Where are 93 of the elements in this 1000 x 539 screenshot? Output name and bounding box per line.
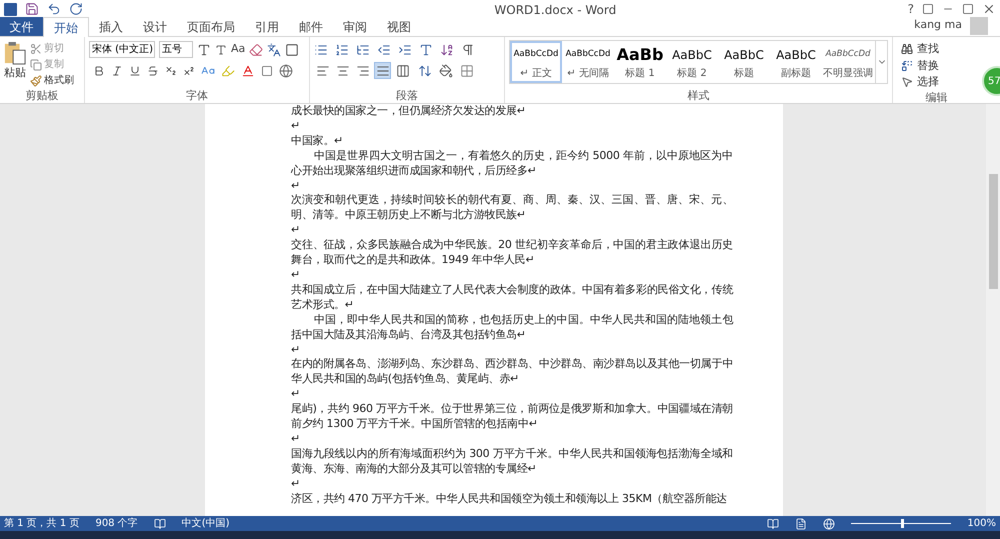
format-painter-button[interactable]: 格式刷 [30,73,74,88]
sort-icon[interactable] [440,43,454,57]
style-gallery-item[interactable]: AaBbCcDd ↵ 无间隔 [562,41,614,83]
ribbon-tab[interactable]: 引用 [245,17,289,36]
read-mode-icon[interactable] [767,518,780,530]
style-gallery-item[interactable]: AaBbCcDd ↵ 正文 [510,41,562,83]
numbering-icon[interactable] [335,43,349,57]
redo-icon[interactable] [69,2,83,16]
save-icon[interactable] [25,2,39,16]
pointer-icon [901,76,913,88]
ribbon-tab[interactable]: 视图 [377,17,421,36]
group-label: 段落 [396,89,418,102]
group-label: 字体 [186,89,208,102]
group-label: 样式 [688,89,710,102]
bold-icon[interactable] [93,65,105,77]
help-button[interactable]: ? [908,0,914,18]
paragraph-text: 中国，即中华人民共和国的简称，也包括历史上的中国。中华人民共和国的陆地领土包括中国大陆及其沿海岛屿、台湾及其包括钓鱼岛↵ [291,312,733,342]
window-title: WORD1.docx - Word [494,3,616,17]
paragraph-text: 济区，共约 470 万平方千米。中华人民共和国领空为领土和领海以上 35KM（航空器所能达 [291,492,728,506]
language-status[interactable]: 中文(中国) [182,516,230,531]
proofing-icon[interactable] [154,518,166,530]
pilcrow-icon[interactable] [461,43,475,57]
replace-icon [901,60,913,72]
scissors-icon [30,42,42,54]
style-gallery-item[interactable]: AaBbC 标题 [718,41,770,83]
paragraph-text: 交往、征战，众多民族融合成为中华民族。20 世纪初辛亥革命后，中国的君主政体退出历史舞台，取而代之的是共和政体。1949 年中华人民↵ [291,238,733,268]
zoom-level[interactable]: 100% [967,516,996,531]
file-tab[interactable]: 文件 [0,17,43,36]
superscript-icon[interactable] [183,65,195,77]
word-count[interactable]: 908 个字 [95,516,138,531]
paragraph-text: 在内的附属各岛、澎湖列岛、东沙群岛、西沙群岛、中沙群岛、南沙群岛以及其他一切属于中华人民共和国的岛屿(包括钓鱼岛、黄尾屿、赤↵ [291,357,733,388]
copy-icon [30,58,42,70]
increase-indent-icon[interactable] [398,43,412,57]
clipboard-icon [4,41,26,65]
replace-button[interactable]: 替换 [901,58,972,74]
ribbon-tab[interactable]: 设计 [133,17,177,36]
font-size-field[interactable]: 五号 [159,41,193,58]
ribbon-tab[interactable]: 审阅 [333,17,377,36]
strikethrough-icon[interactable] [147,65,159,77]
line-spacing-icon[interactable] [418,64,432,78]
page-count[interactable]: 第 1 页，共 1 页 [4,516,80,531]
close-icon[interactable] [982,2,996,16]
paragraph-text: 中国家。↵ [291,134,344,149]
grow-font-icon[interactable] [197,42,211,56]
style-gallery-item[interactable]: AaBbC 副标题 [770,41,822,83]
account-name[interactable]: kang ma [914,16,962,33]
paragraph-text: ↵ [291,223,301,238]
underline-icon[interactable] [129,65,141,77]
paragraph-text: 次演变和朝代更迭，持续时间较长的朝代有夏、商、周、秦、汉、三国、晋、唐、宋、元、明、清等。中原王朝历史上不断与北方游牧民族↵ [291,193,733,224]
ribbon-tab[interactable]: 页面布局 [177,17,245,36]
subscript-icon[interactable] [165,65,177,77]
paragraph-text: ↵ [291,268,301,283]
shrink-font-icon[interactable] [215,44,227,56]
web-layout-icon[interactable] [823,518,836,530]
group-label: 剪贴板 [26,89,58,102]
undo-icon[interactable] [47,2,61,16]
multilevel-list-icon[interactable] [356,43,370,57]
paragraph-text: ↵ [291,342,301,358]
select-button[interactable]: 选择 [901,74,972,90]
align-button[interactable] [374,62,391,79]
ribbon-tab[interactable]: 插入 [89,17,133,36]
print-layout-icon[interactable] [795,518,808,530]
style-gallery-item[interactable]: AaBbC 标题 2 [666,41,718,83]
ribbon-tab[interactable]: 邮件 [289,17,333,36]
font-color-icon[interactable] [241,64,255,78]
style-gallery-item[interactable]: AaBbCcDd 不明显强调 [822,41,874,83]
restore-icon[interactable] [962,3,974,15]
font-name-field[interactable]: 宋体 (中文正) [89,41,155,58]
eraser-icon[interactable] [249,42,264,56]
paragraph-text: ↵ [291,476,301,492]
paintbrush-icon [30,74,42,86]
decrease-indent-icon[interactable] [377,43,391,57]
paragraph-text: 尾屿)，共约 960 万平方千米。位于世界第三位，前两位是俄罗斯和加拿大。中国疆域在清朝前夕约 1300 万平方千米。中国所管辖的包括南中↵ [291,402,733,432]
scrollbar-thumb[interactable] [988,174,998,289]
ribbon-tab[interactable]: 开始 [43,17,89,37]
paragraph-text: 共和国成立后，在中国大陆建立了人民代表大会制度的政体。中国有着多彩的民俗文化，传统艺术形式。↵ [291,282,733,313]
paragraph-text: 国海九段线以内的所有海域面积约为 300 万平方千米。中华人民共和国领海包括渤海全域和黄海、东海、南海的大部分及其可以管辖的专属经↵ [291,446,733,477]
change-case-button[interactable]: Aa [231,41,246,58]
paste-button[interactable]: 粘贴 [4,41,26,88]
paragraph-text: ↵ [291,387,301,402]
paint-bucket-icon[interactable] [439,64,453,78]
paragraph-text: 成长最快的国家之一，但仍属经济欠发达的发展↵ [291,104,527,119]
group-label: 编辑 [926,90,948,104]
binoculars-icon [901,43,913,56]
italic-icon[interactable] [111,65,123,77]
style-gallery-item[interactable]: AaBb 标题 1 [614,41,666,83]
phonetic-icon[interactable] [267,42,282,56]
paragraph-text: ↵ [291,432,301,447]
borders-icon[interactable] [460,64,474,78]
paragraph-text: 中国是世界四大文明古国之一，有着悠久的历史，距今约 5000 年前，以中原地区为中心开始出现聚落组织进而成国家和朝代，后历经多↵ [291,148,733,179]
paragraph-text: ↵ [291,178,301,194]
paragraph-text: ↵ [291,118,301,134]
find-button[interactable]: 查找 [901,41,972,58]
